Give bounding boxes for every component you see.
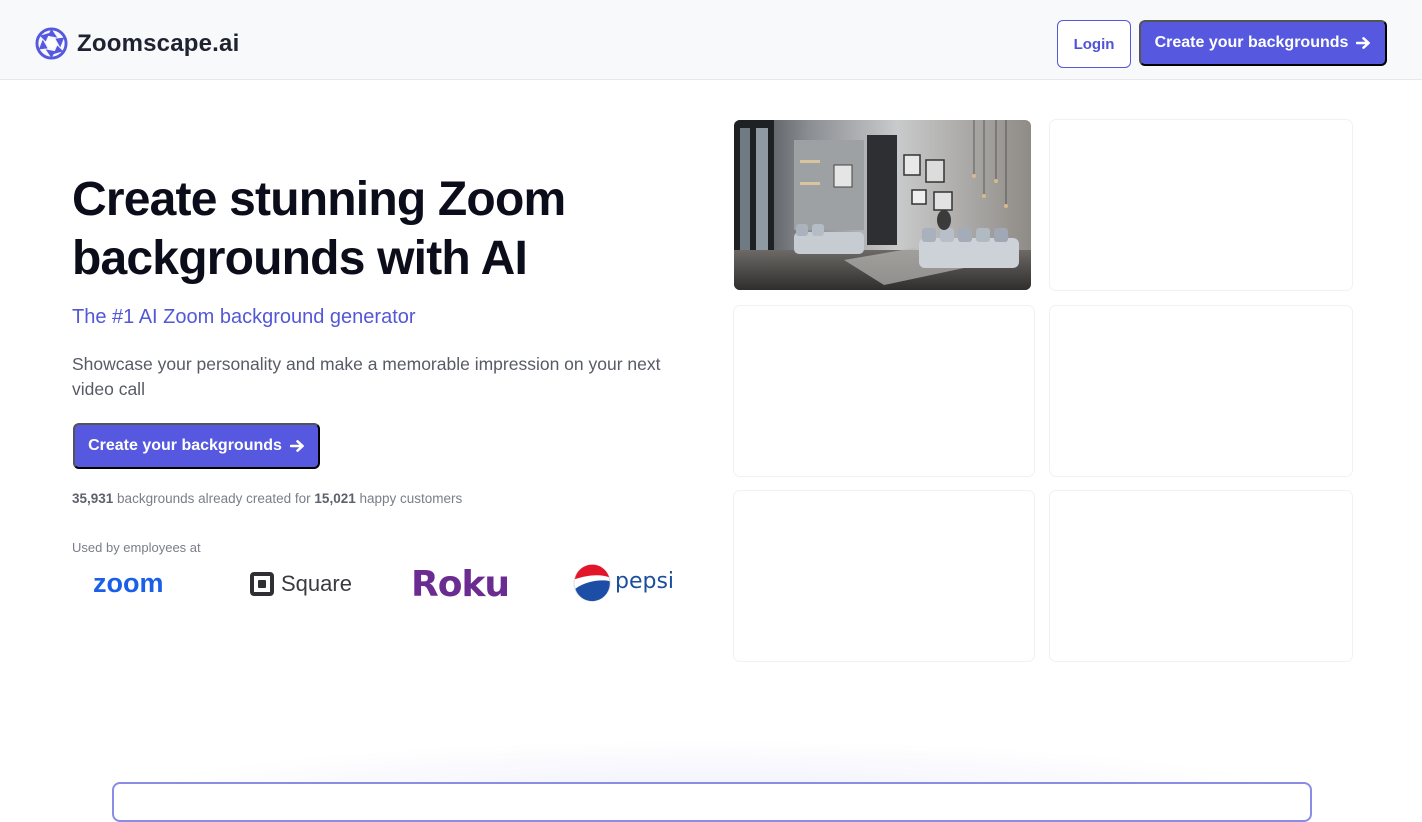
arrow-right-icon bbox=[289, 440, 304, 452]
gallery-tile[interactable] bbox=[734, 306, 1034, 476]
hero-create-backgrounds-button[interactable]: Create your backgrounds bbox=[73, 423, 320, 469]
customers-text: happy customers bbox=[355, 491, 463, 506]
square-logo: Square bbox=[250, 571, 352, 597]
backgrounds-count: 35,931 bbox=[72, 491, 114, 506]
hero-title: Create stunning Zoom backgrounds with AI bbox=[72, 170, 692, 288]
pepsi-logo: pepsi bbox=[573, 564, 674, 602]
bottom-section-card bbox=[112, 782, 1312, 822]
gallery-tile-living-room[interactable] bbox=[734, 120, 1031, 290]
gallery-tile[interactable] bbox=[1050, 306, 1352, 476]
arrow-right-icon bbox=[1356, 37, 1371, 49]
hero-title-line2: backgrounds with AI bbox=[72, 232, 528, 285]
living-room-background-image bbox=[734, 120, 1031, 290]
login-button[interactable]: Login bbox=[1057, 20, 1131, 68]
top-nav: Zoomscape.ai Login Create your backgroun… bbox=[0, 0, 1422, 80]
brand-name: Zoomscape.ai bbox=[77, 29, 240, 57]
gallery-tile[interactable] bbox=[1050, 491, 1352, 661]
gallery-tile[interactable] bbox=[1050, 120, 1352, 290]
pepsi-wordmark: pepsi bbox=[615, 568, 675, 594]
roku-logo: Roku bbox=[411, 564, 510, 605]
brand[interactable]: Zoomscape.ai bbox=[35, 27, 239, 60]
backgrounds-text: backgrounds already created for bbox=[113, 491, 315, 506]
square-mark-icon bbox=[250, 572, 274, 596]
nav-cta-label: Create your backgrounds bbox=[1154, 34, 1349, 51]
used-by-label: Used by employees at bbox=[72, 540, 201, 555]
gallery-tile[interactable] bbox=[734, 491, 1034, 661]
hero-subtitle: The #1 AI Zoom background generator bbox=[72, 306, 416, 328]
hero-description: Showcase your personality and make a mem… bbox=[72, 354, 661, 399]
usage-stats: 35,931 backgrounds already created for 1… bbox=[72, 491, 462, 506]
pepsi-globe-icon bbox=[573, 564, 611, 602]
hero-title-line1: Create stunning Zoom bbox=[72, 173, 566, 226]
square-wordmark: Square bbox=[281, 571, 352, 596]
hero-cta-label: Create your backgrounds bbox=[88, 437, 282, 454]
zoom-logo: zoom bbox=[93, 568, 164, 598]
customers-count: 15,021 bbox=[314, 491, 356, 506]
customer-logos: zoom Square Roku pepsi bbox=[72, 560, 692, 610]
aperture-logo-icon bbox=[35, 27, 68, 60]
nav-create-backgrounds-button[interactable]: Create your backgrounds bbox=[1139, 20, 1387, 66]
